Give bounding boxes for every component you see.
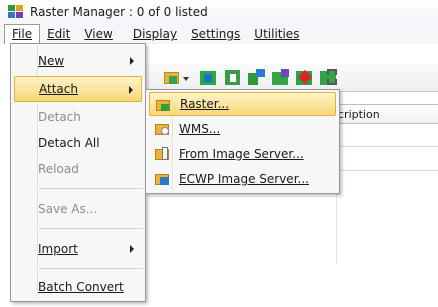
menu-file[interactable]: File	[4, 24, 41, 44]
menu-utilities[interactable]: Utilities	[247, 24, 306, 44]
window-title: Raster Manager : 0 of 0 listed	[30, 5, 208, 19]
menu-bar: File Edit View Display Settings Utilitie…	[0, 24, 438, 44]
file-menu-detach-all[interactable]: Detach All	[14, 130, 142, 156]
toolbar	[142, 64, 438, 92]
raster-transform-icon[interactable]	[272, 69, 290, 87]
file-menu-attach[interactable]: Attach	[14, 76, 142, 102]
attach-submenu: Raster... WMS... From Image Server... EC…	[145, 89, 340, 194]
menu-edit[interactable]: Edit	[40, 24, 77, 44]
submenu-arrow-icon	[130, 57, 134, 65]
raster-display-icon[interactable]	[200, 69, 218, 87]
attach-raster-item[interactable]: Raster...	[149, 92, 336, 116]
image-server-icon	[155, 146, 171, 161]
file-menu-save-as[interactable]: Save As...	[14, 196, 142, 222]
menu-separator	[39, 228, 143, 229]
raster-select-icon[interactable]	[224, 69, 242, 87]
menu-separator	[39, 268, 143, 269]
menu-settings[interactable]: Settings	[184, 24, 247, 44]
file-menu-new[interactable]: New	[14, 48, 142, 74]
attach-image-server-item[interactable]: From Image Server...	[149, 142, 336, 166]
title-bar: Raster Manager : 0 of 0 listed	[0, 0, 438, 24]
raster-layers-icon[interactable]	[248, 69, 266, 87]
wms-icon	[155, 121, 171, 136]
submenu-arrow-icon	[129, 86, 133, 94]
menu-view[interactable]: View	[77, 24, 119, 44]
ecwp-server-icon	[155, 171, 171, 186]
raster-remove-icon[interactable]	[296, 69, 314, 87]
raster-drag-icon[interactable]	[320, 69, 338, 87]
file-menu-batch-convert[interactable]: Batch Convert	[14, 274, 142, 300]
raster-icon	[156, 97, 172, 112]
file-menu-import[interactable]: Import	[14, 236, 142, 262]
submenu-arrow-icon	[130, 245, 134, 253]
attach-ecwp-server-item[interactable]: ECWP Image Server...	[149, 167, 336, 191]
menu-display[interactable]: Display	[126, 24, 184, 44]
attach-wms-item[interactable]: WMS...	[149, 117, 336, 141]
file-menu-detach[interactable]: Detach	[14, 104, 142, 130]
attach-dropdown-arrow-icon[interactable]	[182, 69, 190, 87]
raster-manager-app-icon	[8, 5, 24, 19]
description-column-header[interactable]: cription	[338, 108, 380, 121]
file-menu-dropdown: New Attach Detach Detach All Reload Save…	[10, 43, 146, 302]
attach-raster-toolbar-icon[interactable]	[164, 69, 182, 87]
file-menu-reload[interactable]: Reload	[14, 156, 142, 182]
menu-separator	[39, 188, 143, 189]
